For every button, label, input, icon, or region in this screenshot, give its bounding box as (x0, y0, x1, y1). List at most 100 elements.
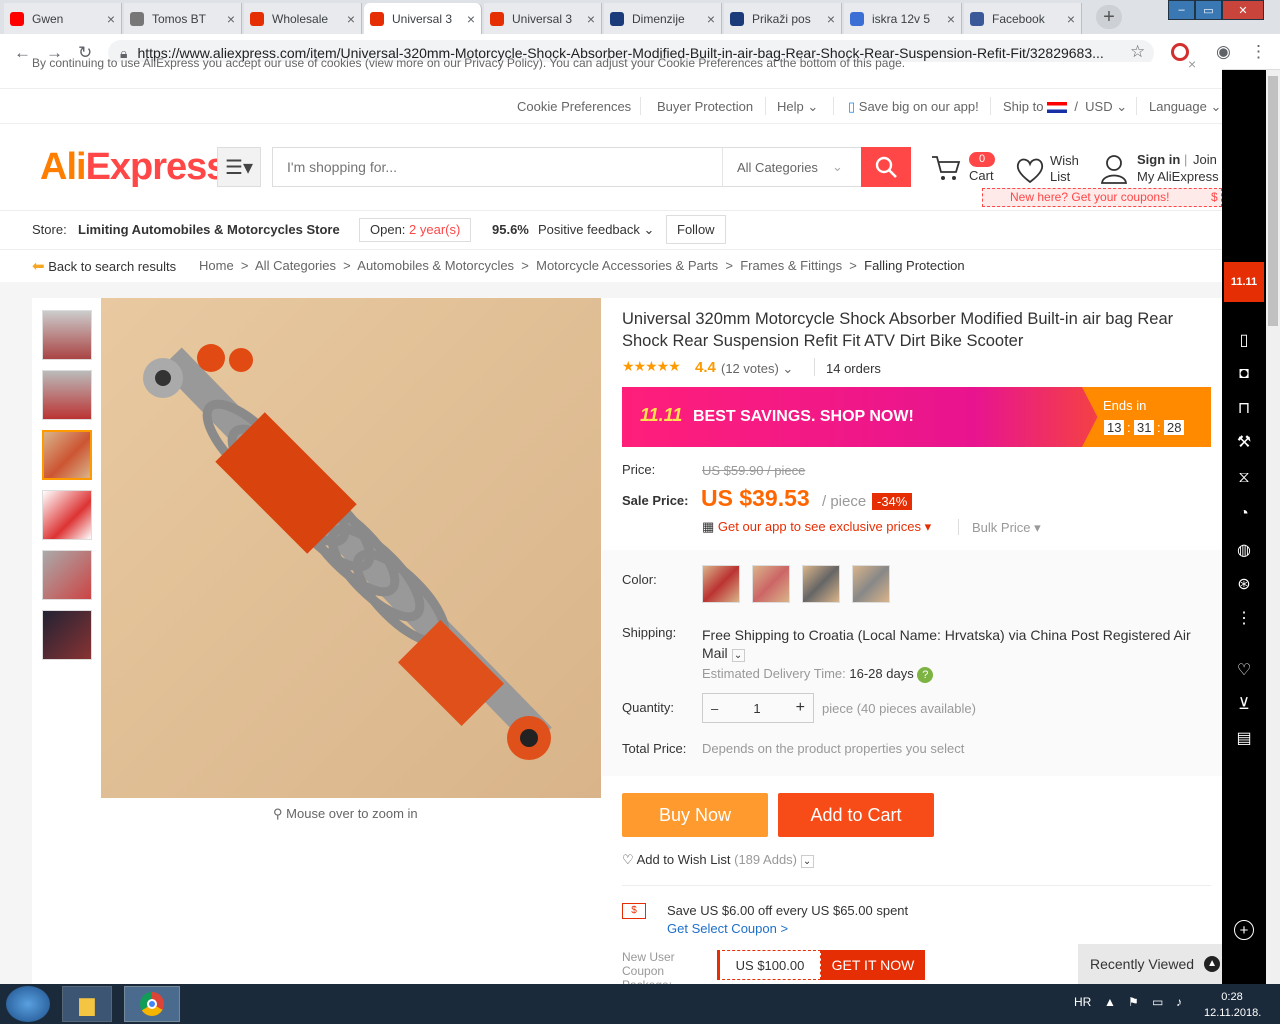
browser-tab[interactable]: Dimenzije × (604, 3, 722, 34)
get-it-now-button[interactable]: GET IT NOW (821, 950, 925, 980)
coupon-strip[interactable]: New here? Get your coupons! $ (982, 188, 1222, 207)
volume-icon[interactable]: ♪ (1176, 995, 1182, 1009)
action-center-icon[interactable]: ⚑ (1128, 995, 1139, 1009)
sign-in-link[interactable]: Sign in (1137, 152, 1180, 167)
quantity-value[interactable]: 1 (753, 701, 760, 716)
shipping-method[interactable]: Free Shipping to Croatia (Local Name: Hr… (702, 626, 1212, 662)
cart-icon[interactable]: ⊻ (1234, 694, 1254, 714)
minus-button[interactable]: – (711, 701, 718, 716)
close-tab-icon[interactable]: × (227, 11, 235, 27)
app-prices-link[interactable]: ▦ Get our app to see exclusive prices ▾ (702, 519, 931, 535)
breadcrumb-item[interactable]: Home (199, 258, 234, 273)
ship-to-selector[interactable]: Ship to / USD ⌄ (1003, 99, 1127, 115)
back-to-search-link[interactable]: ⬅ Back to search results (32, 257, 176, 275)
close-tab-icon[interactable]: × (467, 11, 475, 27)
add-to-wish-list-link[interactable]: ♡ Add to Wish List (189 Adds) ⌄ (622, 852, 814, 868)
new-tab-button[interactable]: + (1096, 5, 1122, 29)
breadcrumb-item[interactable]: Frames & Fittings (740, 258, 842, 273)
cookie-preferences-link[interactable]: Cookie Preferences (517, 99, 631, 114)
product-thumbnail[interactable] (42, 310, 92, 360)
clock[interactable]: 0:28 12.11.2018. (1204, 989, 1261, 1021)
close-tab-icon[interactable]: × (347, 11, 355, 27)
bulk-price-dropdown[interactable]: Bulk Price ▾ (972, 520, 1041, 536)
close-tab-icon[interactable]: × (107, 11, 115, 27)
sale-banner[interactable]: 11.11 BEST SAVINGS. SHOP NOW! Ends in 13… (622, 387, 1211, 447)
breadcrumb-item[interactable]: Motorcycle Accessories & Parts (536, 258, 718, 273)
search-button[interactable] (861, 147, 911, 187)
product-thumbnail[interactable] (42, 370, 92, 420)
back-arrow-icon[interactable]: ← (14, 43, 31, 63)
follow-button[interactable]: Follow (666, 215, 726, 244)
scrollbar[interactable] (1266, 70, 1280, 984)
tray-arrow-icon[interactable]: ▲ (1104, 995, 1116, 1009)
extension-icon[interactable] (1171, 43, 1189, 61)
buy-now-button[interactable]: Buy Now (622, 793, 768, 837)
browser-tab[interactable]: Gwen × (4, 3, 122, 34)
basketball-icon[interactable]: ◍ (1234, 540, 1254, 560)
breadcrumb-item[interactable]: Automobiles & Motorcycles (357, 258, 514, 273)
color-swatch[interactable] (802, 565, 840, 603)
recently-viewed-button[interactable]: Recently Viewed ▲ (1078, 944, 1222, 984)
phone-icon[interactable]: ▯ (1234, 330, 1254, 350)
language-selector[interactable]: Language ⌄ (1149, 99, 1221, 115)
color-swatch[interactable] (702, 565, 740, 603)
color-swatch[interactable] (752, 565, 790, 603)
buyer-protection-link[interactable]: Buyer Protection (657, 99, 753, 114)
cart-label[interactable]: Cart (969, 168, 994, 183)
product-thumbnail[interactable] (42, 610, 92, 660)
close-icon[interactable]: × (1188, 56, 1196, 72)
drill-icon[interactable]: ⚒ (1234, 432, 1254, 452)
product-thumbnail-selected[interactable] (42, 430, 92, 480)
close-tab-icon[interactable]: × (947, 11, 955, 27)
quantity-stepper[interactable]: – 1 + (702, 693, 814, 723)
file-explorer-icon[interactable]: ▆ (62, 986, 112, 1022)
clipboard-icon[interactable]: ▤ (1234, 728, 1254, 748)
profile-icon[interactable]: ◉ (1216, 42, 1231, 62)
chevron-down-icon[interactable]: ⌄ (731, 649, 745, 662)
browser-tab[interactable]: Prikaži pos × (724, 3, 842, 34)
product-thumbnail[interactable] (42, 490, 92, 540)
help-menu[interactable]: Help ⌄ (777, 99, 818, 115)
browser-tab[interactable]: Tomos BT × (124, 3, 242, 34)
language-indicator[interactable]: HR (1074, 995, 1091, 1009)
1111-icon[interactable]: 11.11 (1224, 262, 1264, 302)
plus-button[interactable]: + (796, 699, 805, 717)
start-button[interactable] (6, 986, 50, 1022)
category-menu-button[interactable]: ☰▾ (217, 147, 261, 187)
network-icon[interactable]: ▭ (1152, 995, 1163, 1009)
browser-tab[interactable]: Universal 3 × (484, 3, 602, 34)
product-main-image[interactable] (101, 298, 601, 798)
get-coupon-link[interactable]: Get Select Coupon > (667, 921, 788, 936)
browser-tab[interactable]: iskra 12v 5 × (844, 3, 962, 34)
browser-tab[interactable]: Facebook × (964, 3, 1082, 34)
menu-icon[interactable]: ⋮ (1250, 42, 1267, 62)
sofa-icon[interactable]: ⊓ (1234, 398, 1254, 418)
join-link[interactable]: Join (1193, 152, 1217, 167)
cart-link[interactable] (930, 152, 962, 187)
votes-link[interactable]: (12 votes) ⌄ (721, 361, 793, 377)
plus-icon[interactable]: + (1234, 920, 1254, 940)
store-name-link[interactable]: Limiting Automobiles & Motorcycles Store (78, 222, 340, 237)
app-promo-link[interactable]: ▯ Save big on our app! (848, 99, 979, 115)
browser-tab[interactable]: Universal 3 × (364, 3, 482, 34)
category-select[interactable]: All Categories ⌄ (722, 147, 862, 187)
close-window-button[interactable]: ✕ (1222, 0, 1264, 20)
camera-icon[interactable]: ◘ (1234, 364, 1254, 384)
dress-icon[interactable]: ⧖ (1234, 468, 1254, 488)
bookmark-star-icon[interactable]: ☆ (1130, 42, 1145, 62)
user-icon[interactable] (1100, 153, 1128, 185)
more-icon[interactable]: ⋮ (1234, 608, 1254, 628)
minimize-button[interactable]: – (1168, 0, 1195, 20)
feedback-dropdown[interactable]: Positive feedback ⌄ (538, 222, 654, 238)
bulb-icon[interactable]: ◔ (1234, 504, 1254, 524)
close-tab-icon[interactable]: × (827, 11, 835, 27)
close-tab-icon[interactable]: × (587, 11, 595, 27)
maximize-button[interactable]: ▭ (1195, 0, 1222, 20)
my-aliexpress-link[interactable]: My AliExpress (1137, 169, 1219, 184)
browser-tab[interactable]: Wholesale × (244, 3, 362, 34)
heart-icon[interactable] (1014, 155, 1046, 185)
product-thumbnail[interactable] (42, 550, 92, 600)
heart-icon[interactable]: ♡ (1234, 660, 1254, 680)
wheel-icon[interactable]: ⊛ (1234, 574, 1254, 594)
close-tab-icon[interactable]: × (707, 11, 715, 27)
